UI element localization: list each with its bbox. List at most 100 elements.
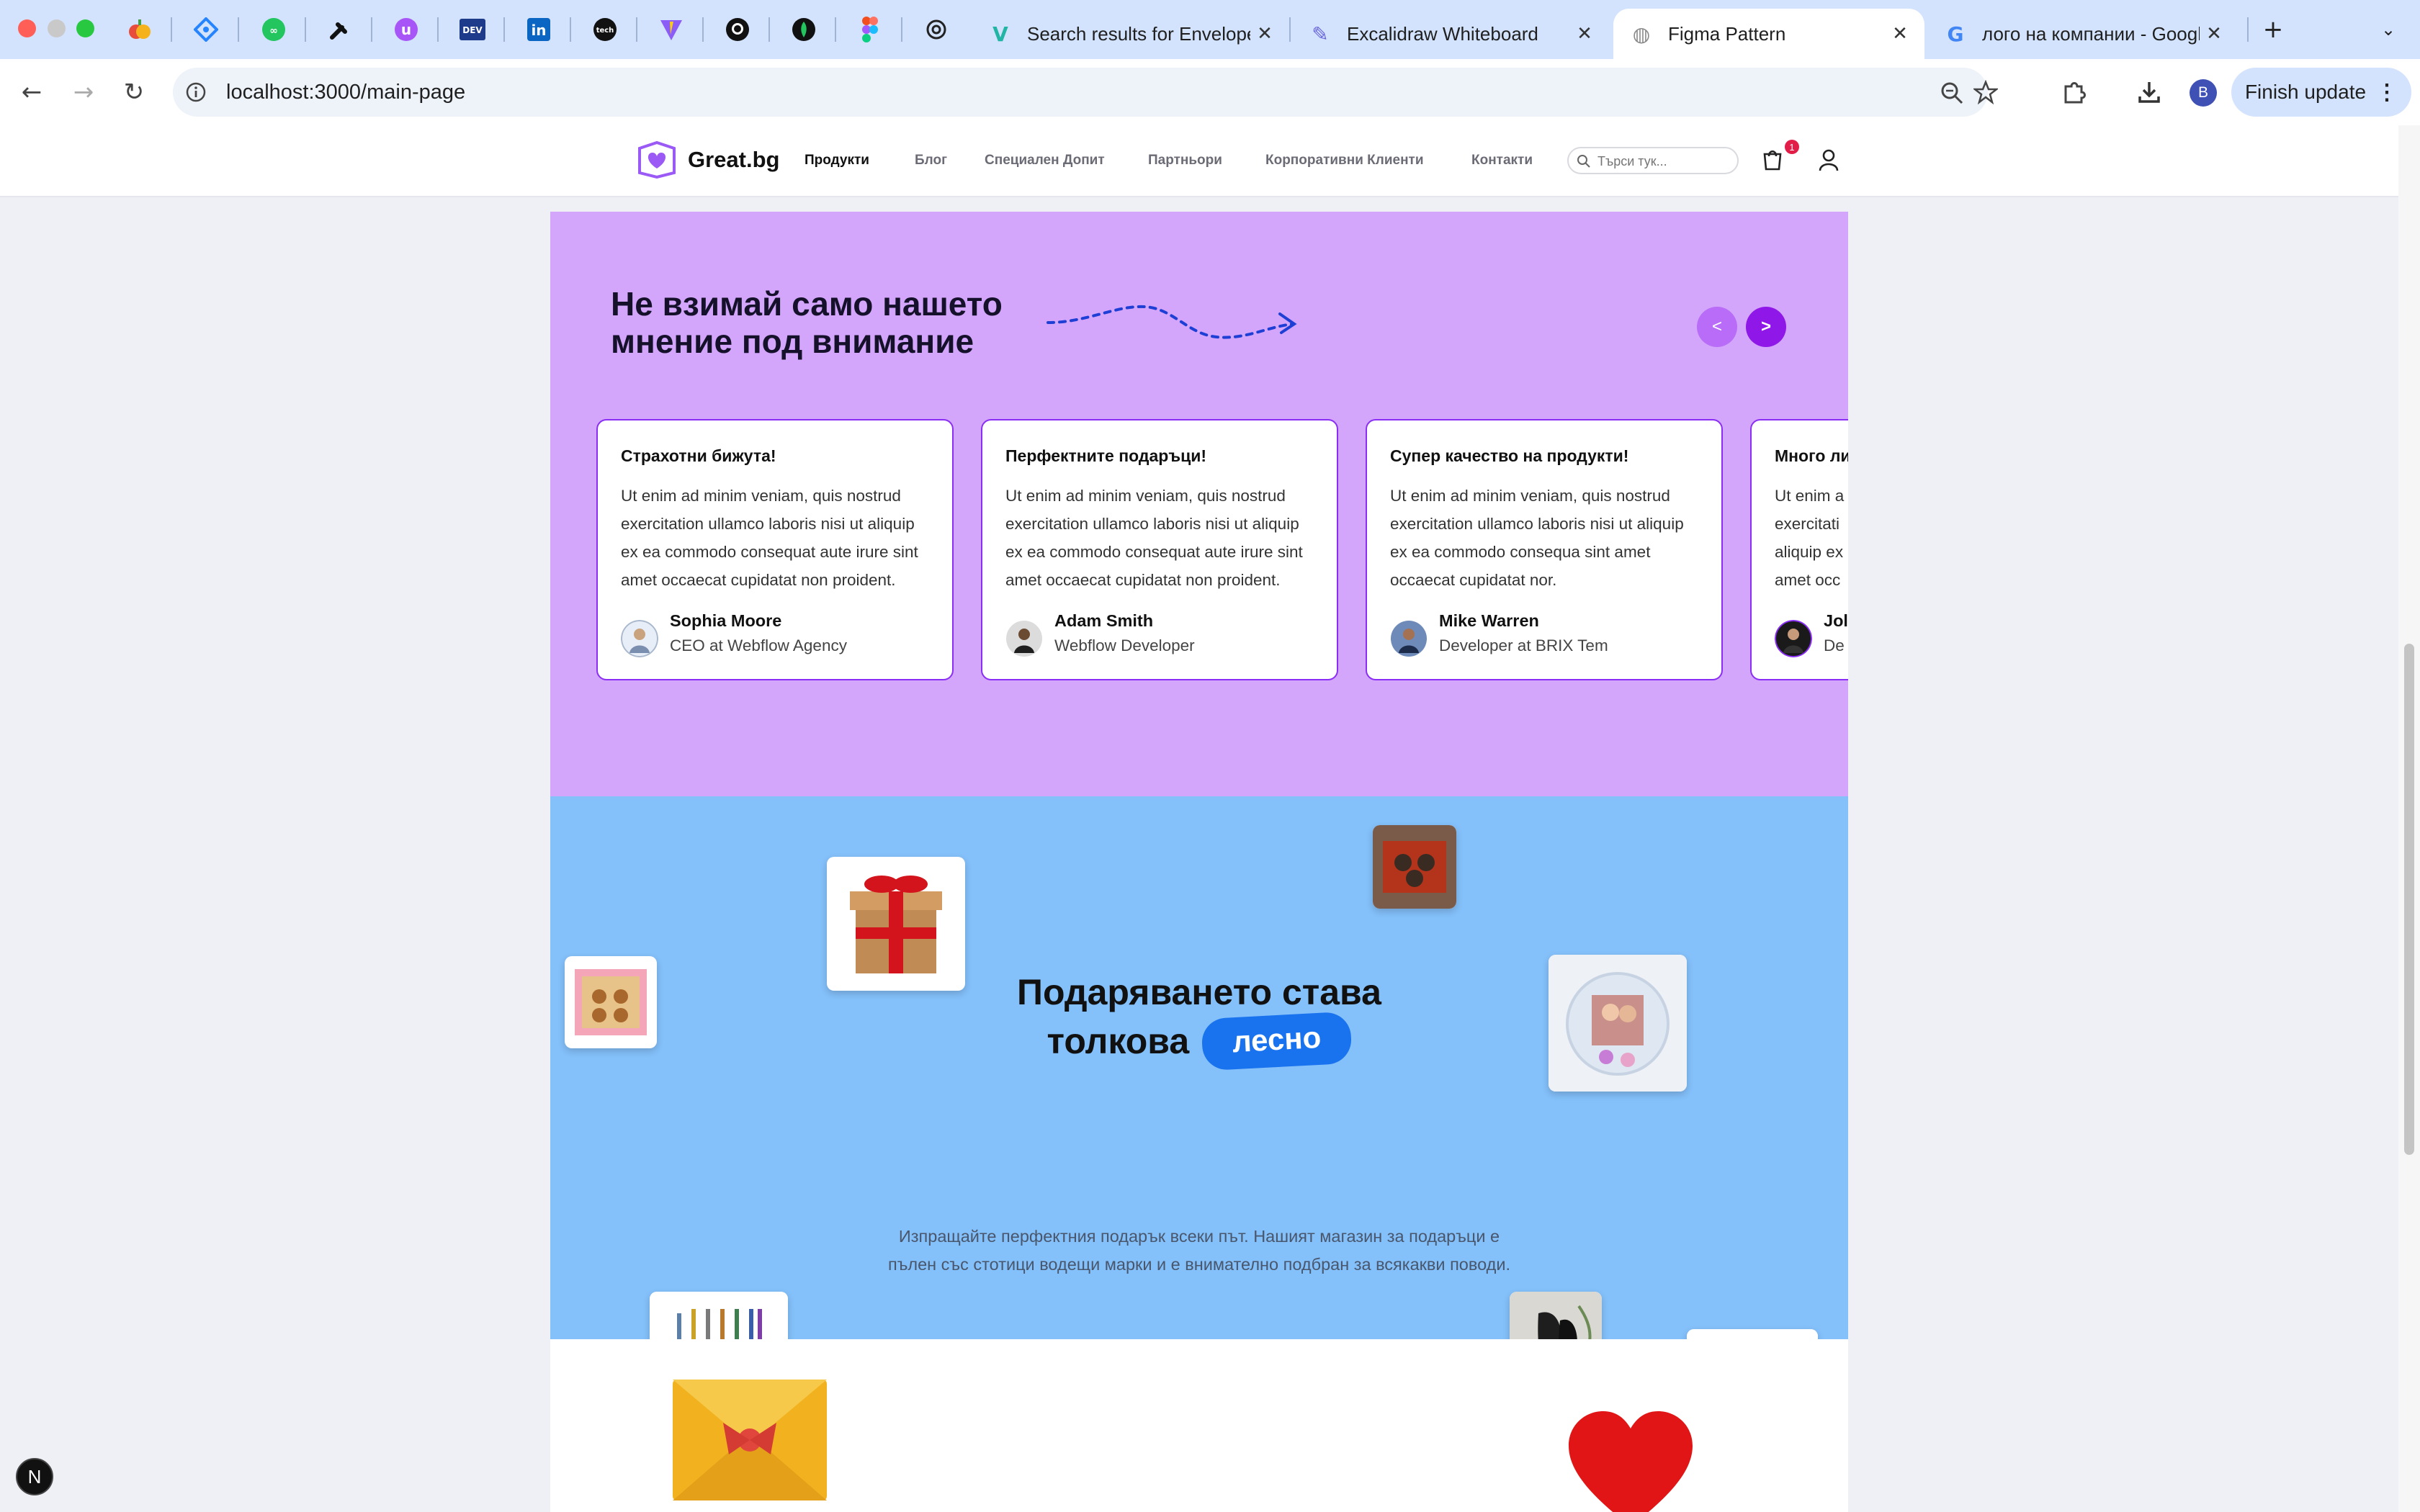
tab-search-chevron-icon[interactable]: ⌄ <box>2374 15 2403 44</box>
gifting-description-line2: пълен със стотици водещи марки и е внима… <box>887 1255 1511 1274</box>
author-role: CEO at Webflow Agency <box>670 636 847 654</box>
carousel-prev-button[interactable]: < <box>1697 307 1737 347</box>
close-tab-icon[interactable]: ✕ <box>1886 23 1914 45</box>
address-bar[interactable]: localhost:3000/main-page <box>173 68 1998 117</box>
nav-link-contacts[interactable]: Контакти <box>1471 153 1533 168</box>
nextjs-dev-badge[interactable]: N <box>16 1458 53 1495</box>
tab-envelope-search[interactable]: V Search results for Envelope ✕ <box>972 9 1289 59</box>
envelope-image <box>673 1380 827 1500</box>
testimonial-card: Перфектните подаръци! Ut enim ad minim v… <box>981 419 1338 680</box>
testimonial-title: Много ли <box>1775 446 1848 465</box>
tab-title: Search results for Envelope <box>1027 22 1250 45</box>
testimonials-heading: Не взимай само нашето мнение под внимани… <box>611 285 1003 360</box>
avatar <box>1006 621 1042 657</box>
tab-excalidraw[interactable]: ✎ Excalidraw Whiteboard ✕ <box>1292 9 1609 59</box>
avatar <box>1391 621 1427 657</box>
nav-link-special-request[interactable]: Специален Допит <box>985 153 1105 168</box>
extensions-icon[interactable] <box>2061 79 2087 105</box>
testimonial-card: Супер качество на продукти! Ut enim ad m… <box>1366 419 1723 680</box>
github-icon[interactable] <box>723 15 752 44</box>
svg-text:∞: ∞ <box>269 25 278 37</box>
tech-icon-label: tech <box>596 27 614 35</box>
url-text[interactable]: localhost:3000/main-page <box>226 81 465 104</box>
profile-avatar[interactable]: B <box>2190 79 2217 107</box>
reload-icon[interactable]: ↻ <box>117 75 151 109</box>
close-window-button[interactable] <box>18 19 36 37</box>
u-icon[interactable]: u <box>392 15 421 44</box>
leetcode-icon[interactable]: ∞ <box>259 15 288 44</box>
testimonial-card: Много ли Ut enim a exercitati aliquip ex… <box>1750 419 1848 680</box>
testimonials-section: Не взимай само нашето мнение под внимани… <box>550 212 1848 796</box>
cart-count-badge: 1 <box>1785 140 1799 154</box>
site-info-icon[interactable] <box>186 82 206 102</box>
tab-title: Figma Pattern <box>1668 22 1786 45</box>
couple-figurine-image <box>1510 1292 1602 1339</box>
linkedin-icon-label: in <box>531 22 546 39</box>
heart-image <box>1559 1407 1703 1512</box>
close-tab-icon[interactable]: ✕ <box>1250 23 1279 45</box>
gifting-description: Изпращайте перфектния подарък всеки път.… <box>550 1223 1848 1279</box>
google-icon: G <box>1947 22 1964 46</box>
site-logo-text[interactable]: Great.bg <box>688 147 779 173</box>
testimonial-text: Ut enim a exercitati aliquip ex amet occ <box>1775 487 1845 589</box>
gifting-description-line1: Изпращайте перфектния подарък всеки път.… <box>898 1227 1500 1246</box>
minimize-window-button[interactable] <box>48 19 66 37</box>
testimonials-heading-line1: Не взимай само нашето <box>611 285 1003 323</box>
new-tab-button[interactable]: + <box>2259 15 2287 44</box>
testimonial-text: Ut enim ad minim veniam, quis nostrud ex… <box>621 487 918 589</box>
carousel-next-button[interactable]: > <box>1746 307 1786 347</box>
scrollbar-thumb[interactable] <box>2404 644 2414 1155</box>
author-role: Developer at BRIX Tem <box>1439 636 1608 654</box>
author-name: Sophia Moore <box>670 611 782 630</box>
maximize-window-button[interactable] <box>76 19 94 37</box>
tech-icon[interactable]: tech <box>591 15 619 44</box>
mongodb-icon[interactable] <box>789 15 818 44</box>
page-viewport: Great.bg Продукти Блог Специален Допит П… <box>0 125 2398 1512</box>
logo-gift-icon[interactable] <box>637 141 677 179</box>
testimonial-title: Супер качество на продукти! <box>1390 446 1629 465</box>
figma-icon[interactable] <box>856 15 884 44</box>
finish-update-label: Finish update <box>2244 81 2367 103</box>
dev-icon[interactable]: DEV <box>458 15 487 44</box>
rose-gift-box-image <box>1687 1329 1818 1339</box>
gifting-heading-line2: толкова <box>1047 1021 1190 1061</box>
user-icon[interactable] <box>1818 148 1839 171</box>
tab-google-search[interactable]: G лого на компании - Google ✕ <box>1927 9 2238 59</box>
gifting-heading: Подаряването става толкова лесно <box>550 969 1848 1071</box>
tab-figma-pattern[interactable]: ◍ Figma Pattern ✕ <box>1613 9 1924 59</box>
nav-link-corporate-clients[interactable]: Корпоративни Клиенти <box>1265 153 1424 168</box>
avatar <box>1775 620 1812 657</box>
close-tab-icon[interactable]: ✕ <box>2200 23 2228 45</box>
bookmark-star-icon[interactable] <box>1973 80 1998 104</box>
gifting-section: Подаряването става толкова лесно Изпраща… <box>550 796 1848 1339</box>
tea-box-image <box>1373 825 1456 909</box>
linkedin-icon[interactable]: in <box>524 15 553 44</box>
vecteezy-icon: V <box>992 22 1008 46</box>
apple-icon[interactable] <box>125 15 154 44</box>
search-icon <box>1577 155 1590 168</box>
testimonial-title: Страхотни бижута! <box>621 446 776 465</box>
back-icon[interactable]: ← <box>14 75 49 109</box>
search-input[interactable] <box>1596 151 1729 171</box>
vite-icon[interactable] <box>657 15 686 44</box>
page-scrollbar[interactable] <box>2398 125 2420 1512</box>
finish-update-button[interactable]: Finish update ⋮ <box>2231 68 2411 117</box>
codepen-icon[interactable] <box>326 15 354 44</box>
nav-link-products[interactable]: Продукти <box>805 153 869 168</box>
download-icon[interactable] <box>2136 79 2162 105</box>
site-search[interactable] <box>1567 147 1739 174</box>
nav-link-partners[interactable]: Партньори <box>1148 153 1222 168</box>
cart-icon[interactable] <box>1762 147 1783 171</box>
more-menu-icon[interactable]: ⋮ <box>2376 80 2398 105</box>
nav-link-blog[interactable]: Блог <box>915 153 947 168</box>
openai-icon[interactable] <box>922 15 951 44</box>
zoom-icon[interactable] <box>1940 81 1964 105</box>
jira-icon[interactable] <box>192 15 220 44</box>
pens-set-image <box>650 1292 788 1339</box>
forward-icon[interactable]: → <box>66 75 101 109</box>
dev-icon-label: DEV <box>462 25 483 35</box>
next-section <box>550 1339 1848 1512</box>
close-tab-icon[interactable]: ✕ <box>1570 23 1599 45</box>
author-name: Adam Smith <box>1054 611 1154 630</box>
testimonial-title: Перфектните подаръци! <box>1005 446 1207 465</box>
